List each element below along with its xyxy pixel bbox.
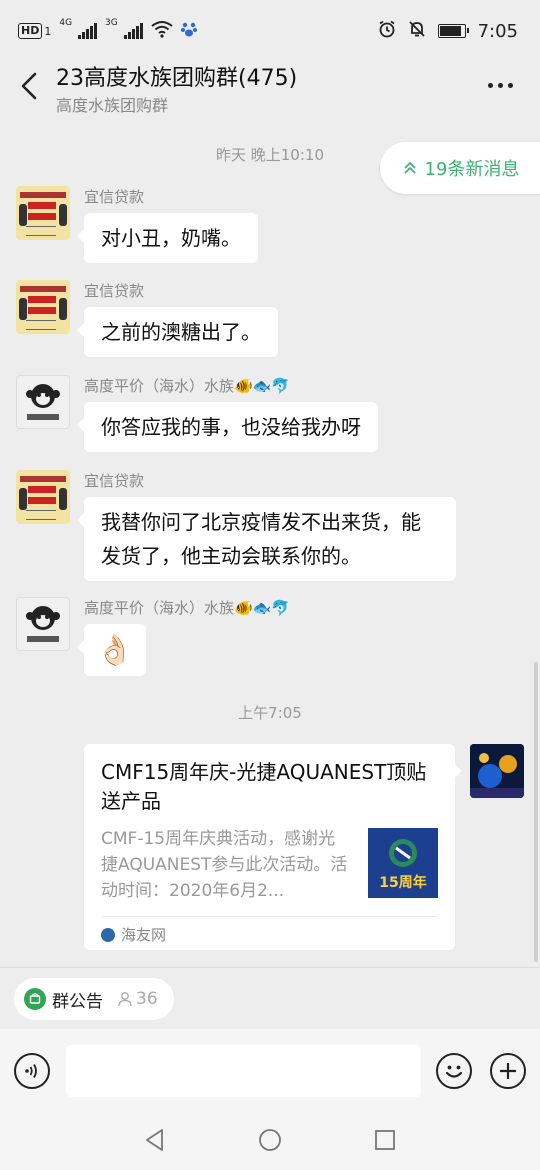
battery-icon	[437, 24, 469, 38]
clock: 7:05	[477, 20, 518, 42]
status-bar: HD 1 4G 3G 7:05	[0, 0, 540, 62]
status-left: HD 1 4G 3G	[18, 18, 197, 43]
more-options-button[interactable]	[484, 70, 516, 100]
message-bubble[interactable]: 你答应我的事，也没给我办呀	[77, 402, 378, 452]
avatar[interactable]	[16, 280, 70, 334]
message-list[interactable]: 昨天 晚上10:10 19条新消息 宜信贷款 对小丑，奶嘴。 宜信贷款 之前的澳…	[0, 122, 540, 967]
status-right: 7:05	[378, 20, 518, 43]
notice-label: 群公告	[52, 991, 103, 1012]
thumb-text: 15周年	[379, 875, 427, 891]
alarm-icon	[378, 20, 396, 43]
hd-sub: 1	[44, 24, 52, 38]
member-count-value: 36	[136, 989, 158, 1009]
nav-back-button[interactable]	[140, 1125, 170, 1155]
triangle-back-icon	[146, 1129, 163, 1151]
mute-bell-icon	[408, 20, 426, 43]
new-messages-label: 19条新消息	[424, 159, 520, 180]
avatar[interactable]	[16, 375, 70, 429]
back-button[interactable]	[14, 64, 44, 108]
system-navbar	[0, 1111, 540, 1170]
card-thumbnail: 15周年	[368, 828, 438, 898]
plus-icon	[500, 1063, 516, 1079]
monkey-logo-icon	[26, 384, 60, 420]
message-bubble[interactable]: 之前的澳糖出了。	[77, 307, 278, 357]
group-notice-button[interactable]: 群公告 36	[14, 978, 174, 1020]
signal2-label: 3G	[105, 18, 118, 28]
card-description: CMF-15周年庆典活动，感谢光捷AQUANEST参与此次活动。活动时间：202…	[101, 829, 348, 901]
voice-icon	[25, 1064, 37, 1078]
circle-home-icon	[259, 1129, 281, 1151]
card-title: CMF15周年庆-光捷AQUANEST顶贴送产品	[101, 760, 427, 813]
message-bubble[interactable]: 对小丑，奶嘴。	[77, 213, 258, 263]
message-item: 宜信贷款 对小丑，奶嘴。	[16, 186, 258, 263]
ok-hand-emoji: 👌🏻	[96, 632, 134, 668]
avatar[interactable]	[16, 597, 70, 651]
nav-recents-button[interactable]	[370, 1125, 400, 1155]
notice-bar: 群公告 36	[0, 967, 540, 1030]
source-logo-icon	[101, 927, 115, 942]
signal-2-icon	[123, 23, 143, 39]
message-item: 高度平价（海水）水族🐠🐟🐬 👌🏻	[16, 597, 290, 676]
signal1-label: 4G	[59, 18, 73, 28]
timestamp: 上午7:05	[238, 704, 302, 722]
message-bubble[interactable]: 我替你问了北京疫情发不出来货，能发货了，他主动会联系你的。	[77, 497, 456, 581]
monkey-logo-icon	[26, 606, 60, 642]
avatar[interactable]	[16, 470, 70, 524]
chat-title: 23高度水族团购群(475)	[56, 66, 298, 91]
member-count: 36	[117, 989, 158, 1009]
card-source: 海友网	[101, 924, 166, 945]
wifi-icon	[151, 20, 173, 43]
chat-subtitle: 高度水族团购群	[56, 96, 169, 115]
message-item: 宜信贷款 之前的澳糖出了。	[16, 280, 278, 357]
sender-name: 宜信贷款	[84, 282, 145, 300]
double-chevron-up-icon	[403, 161, 416, 174]
message-item: 高度平价（海水）水族🐠🐟🐬 你答应我的事，也没给我办呀	[16, 375, 378, 452]
emoji-button[interactable]	[436, 1053, 472, 1089]
input-bar	[0, 1029, 540, 1111]
new-messages-button[interactable]: 19条新消息	[380, 142, 540, 194]
my-avatar[interactable]	[470, 744, 524, 798]
baidu-app-icon	[180, 20, 197, 43]
smiley-icon	[445, 1065, 463, 1078]
message-item: 宜信贷款 我替你问了北京疫情发不出来货，能发货了，他主动会联系你的。	[16, 470, 456, 581]
message-input[interactable]	[66, 1045, 421, 1097]
avatar[interactable]	[16, 186, 70, 240]
more-functions-button[interactable]	[490, 1053, 526, 1089]
square-recents-icon	[375, 1130, 395, 1150]
hd-icon: HD	[18, 23, 43, 39]
sender-name: 高度平价（海水）水族🐠🐟🐬	[84, 599, 291, 617]
sender-name: 宜信贷款	[84, 472, 145, 490]
nav-home-button[interactable]	[255, 1125, 285, 1155]
card-divider	[101, 916, 438, 917]
sender-name: 宜信贷款	[84, 188, 145, 206]
card-source-name: 海友网	[121, 926, 167, 944]
notice-icon	[24, 988, 46, 1010]
scrollbar[interactable]	[534, 662, 538, 962]
chevron-left-icon	[21, 72, 37, 100]
chat-header: 23高度水族团购群(475) 高度水族团购群	[0, 54, 540, 122]
signal-1-icon	[78, 23, 98, 39]
sender-name: 高度平价（海水）水族🐠🐟🐬	[84, 377, 291, 395]
voice-button[interactable]	[14, 1053, 50, 1089]
person-icon	[118, 992, 132, 1007]
link-card[interactable]: CMF15周年庆-光捷AQUANEST顶贴送产品 CMF-15周年庆典活动，感谢…	[84, 744, 462, 950]
emoji-bubble[interactable]: 👌🏻	[77, 624, 146, 676]
